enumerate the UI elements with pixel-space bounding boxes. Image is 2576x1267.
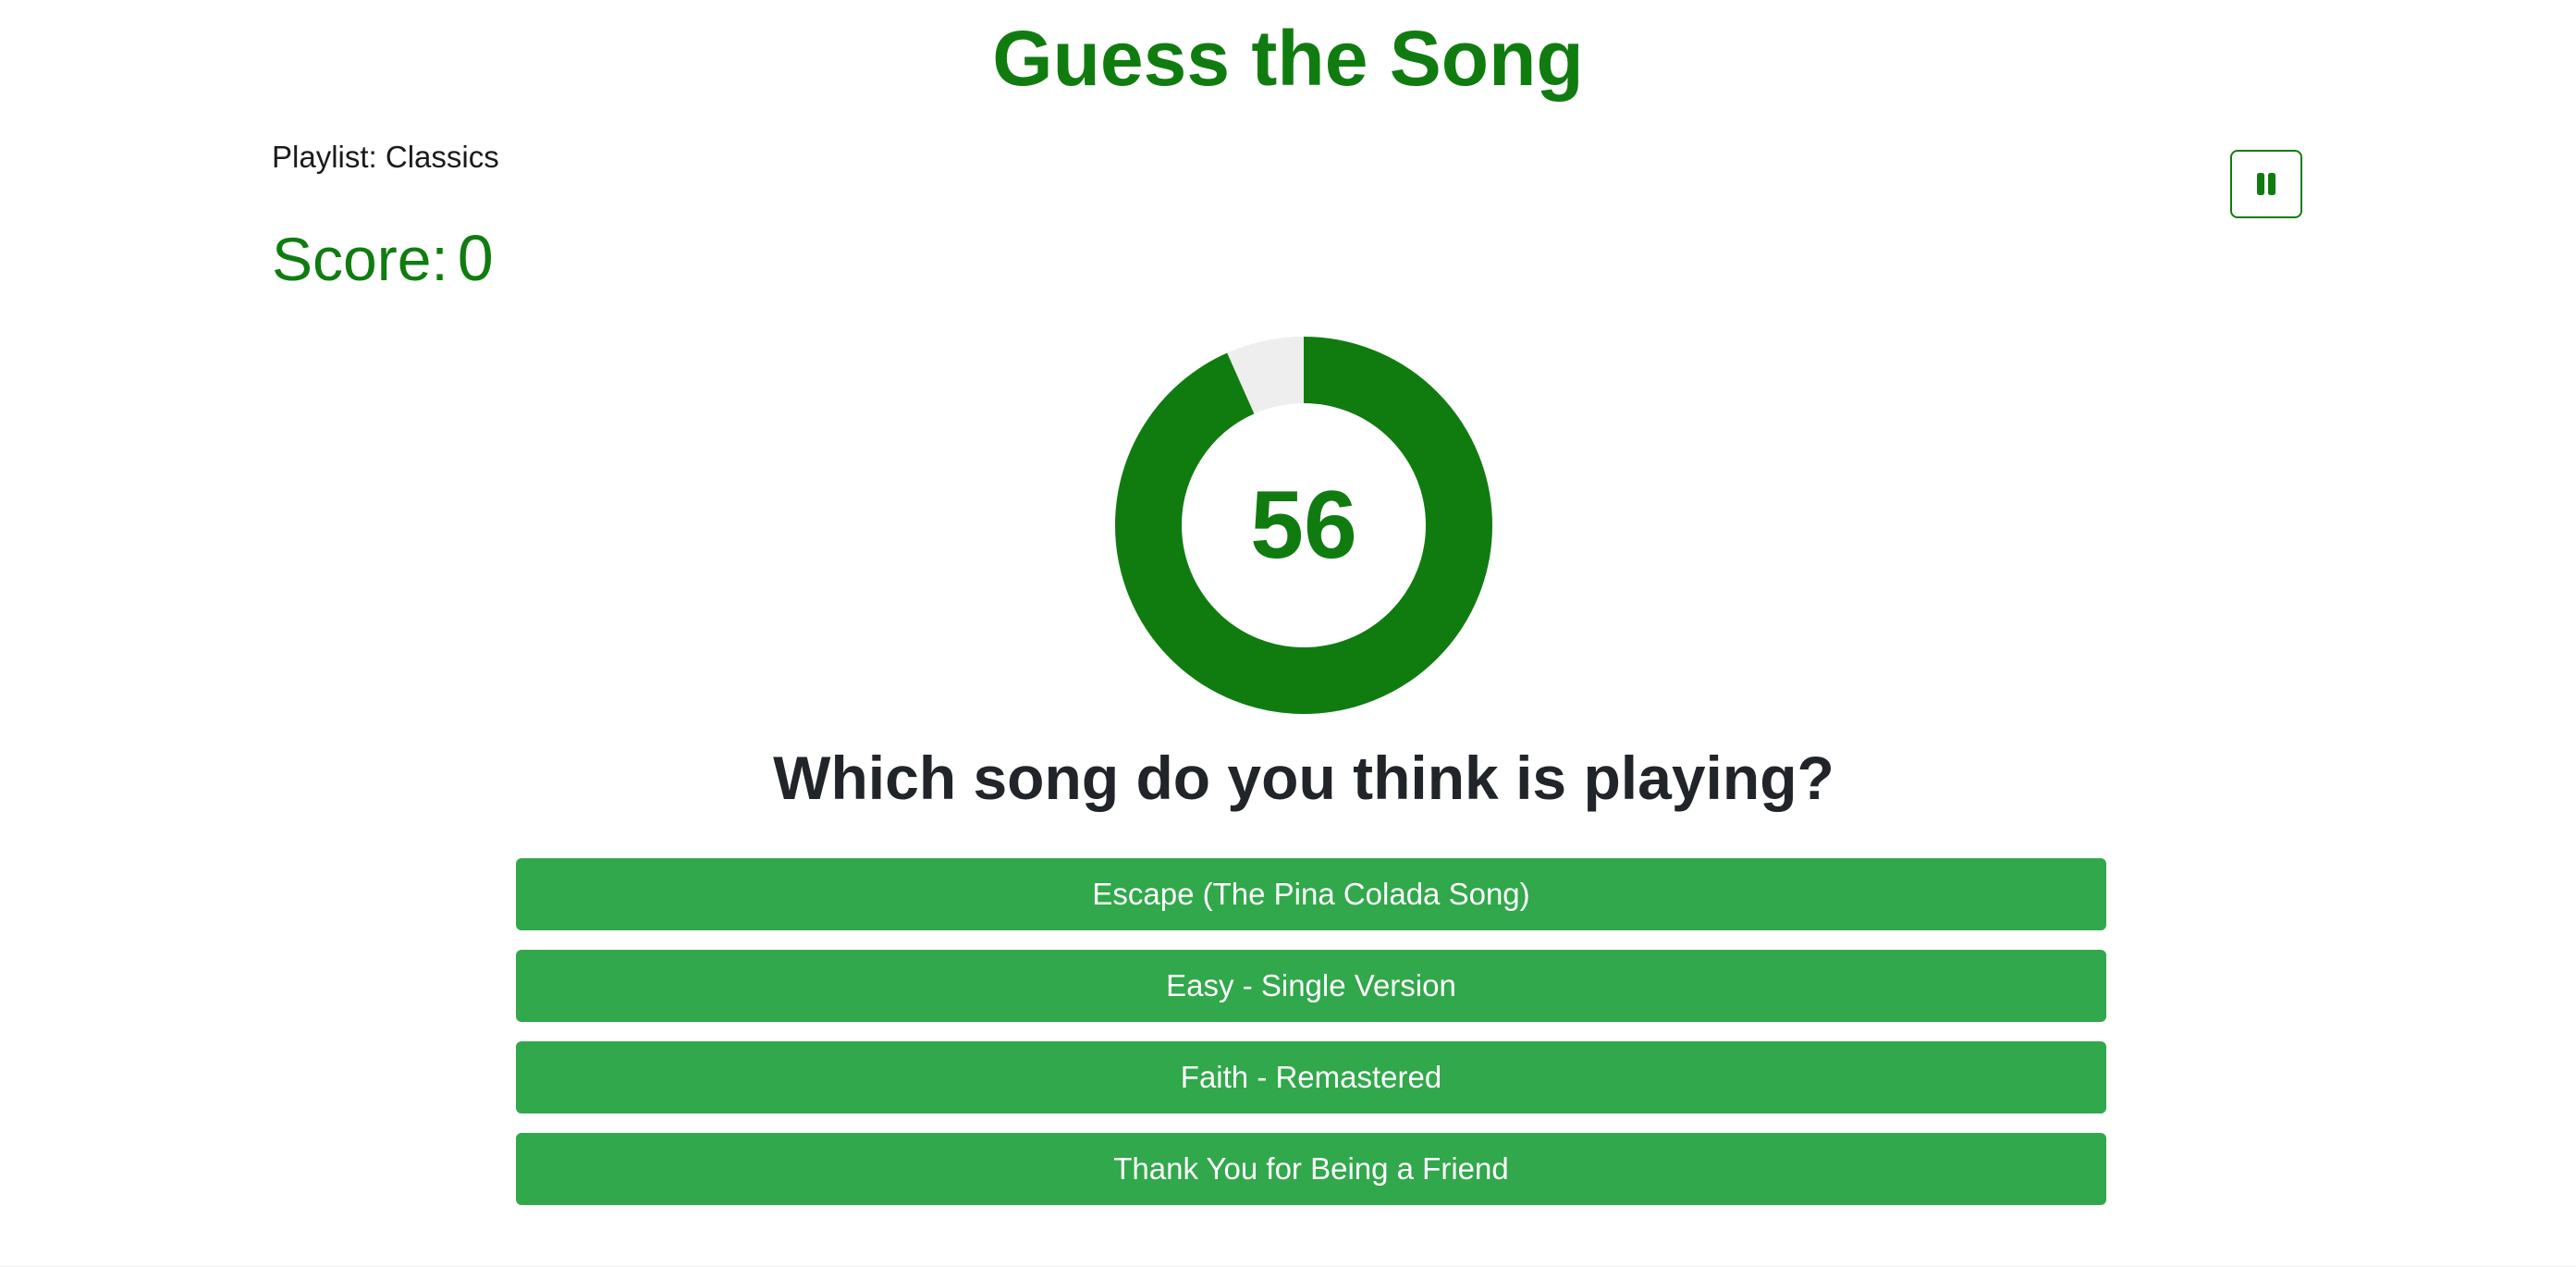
question-text: Which song do you think is playing? xyxy=(773,744,1834,812)
answer-button[interactable]: Thank You for Being a Friend xyxy=(516,1133,2106,1205)
pause-icon xyxy=(2257,173,2275,195)
answer-list: Escape (The Pina Colada Song) Easy - Sin… xyxy=(516,858,2106,1224)
answer-button[interactable]: Easy - Single Version xyxy=(516,950,2106,1022)
timer-value: 56 xyxy=(1250,471,1357,579)
score-display: Score: 0 xyxy=(272,216,494,301)
playlist-label: Playlist: Classics xyxy=(272,140,499,174)
pause-button[interactable] xyxy=(2230,150,2302,218)
score-label: Score: xyxy=(272,225,448,293)
game-page: Guess the Song Playlist: Classics Score:… xyxy=(0,0,2576,1267)
answer-button[interactable]: Escape (The Pina Colada Song) xyxy=(516,858,2106,930)
score-value: 0 xyxy=(457,222,494,294)
countdown-timer: 56 xyxy=(1115,337,1492,714)
answer-button[interactable]: Faith - Remastered xyxy=(516,1041,2106,1113)
page-title: Guess the Song xyxy=(992,15,1584,102)
